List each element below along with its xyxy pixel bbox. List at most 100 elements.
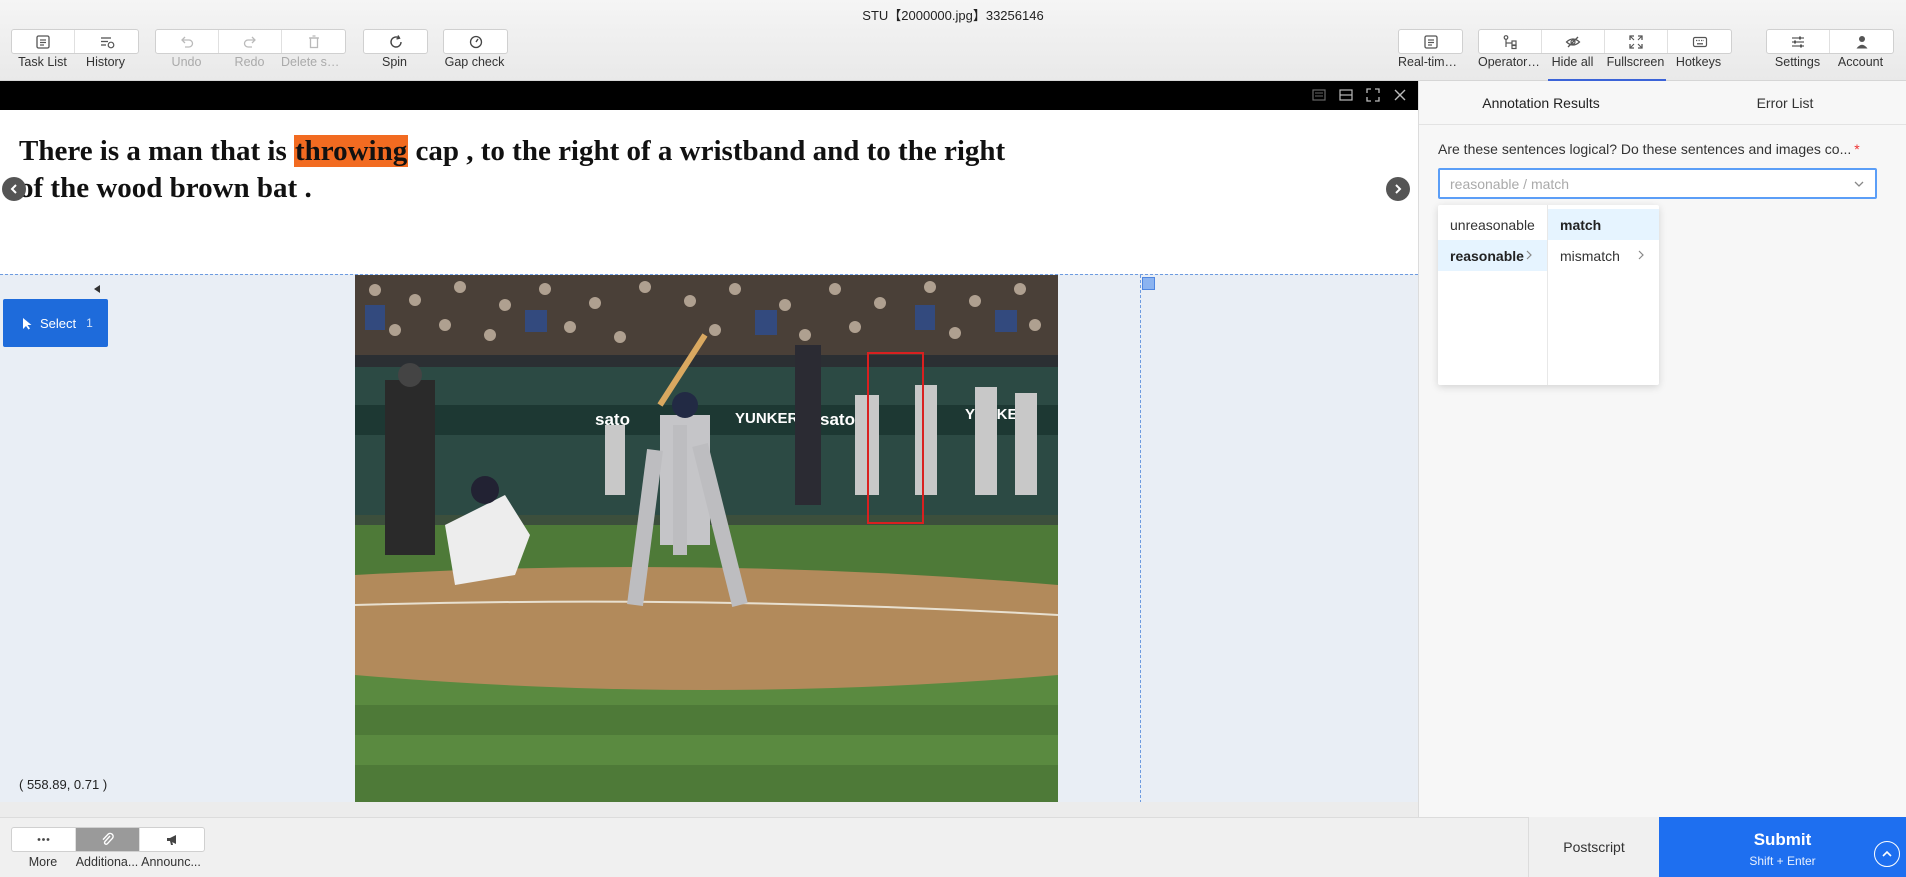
next-arrow-button[interactable] [1386,177,1410,201]
bottom-button-group [11,827,205,852]
tab-annotation-results[interactable]: Annotation Results [1419,81,1663,124]
svg-text:YUNKER: YUNKER [735,410,799,427]
gap-check-button[interactable] [444,30,507,53]
results-tabs: Annotation Results Error List [1419,81,1906,125]
option-reasonable-label: reasonable [1450,247,1524,264]
history-icon [100,36,114,48]
option-unreasonable[interactable]: unreasonable [1438,209,1547,240]
chevron-left-icon [10,184,17,194]
announcement-label: Announc... [141,855,201,869]
fullscreen-icon [1629,34,1643,49]
expand-icon[interactable] [1365,87,1381,103]
operator-icon [1503,34,1517,49]
hide-all-button[interactable] [1542,30,1605,53]
megaphone-icon [166,835,176,845]
select-tool-button[interactable]: Select 1 [3,299,108,347]
postscript-button[interactable]: Postscript [1528,817,1659,877]
vertical-guide-line [1140,275,1141,803]
prev-arrow-button[interactable] [2,177,26,201]
cursor-coordinates: ( 558.89, 0.71 ) [19,777,108,792]
real-time-icon [1423,34,1438,49]
option-mismatch[interactable]: mismatch [1548,240,1659,271]
history-button[interactable] [75,30,138,53]
edit-button-group [155,29,346,54]
redo-label: Redo [234,55,265,69]
chevron-right-icon [1638,250,1644,260]
results-panel: Annotation Results Error List Are these … [1418,81,1906,817]
spin-label: Spin [381,55,408,69]
task-list-button[interactable] [12,30,75,53]
hotkeys-label: Hotkeys [1675,55,1722,69]
cascader-column-1: unreasonable reasonable [1438,205,1548,385]
chevron-up-icon [1882,850,1892,857]
undo-button[interactable] [156,30,219,53]
fullscreen-button[interactable] [1605,30,1668,53]
required-mark: * [1854,141,1860,157]
baseball-photo[interactable]: sato YUNKER sato YUNKER [355,275,1058,803]
settings-label: Settings [1774,55,1821,69]
nav-button-group [11,29,139,54]
option-reasonable[interactable]: reasonable [1438,240,1547,271]
real-time-button[interactable] [1399,30,1462,53]
highlighted-word[interactable]: throwing [293,135,409,167]
svg-text:sato: sato [820,410,855,429]
triangle-left-icon [94,285,100,293]
announcement-button[interactable] [140,828,204,851]
fullscreen-label: Fullscreen [1606,55,1665,69]
additional-info-label: Additiona... [75,855,139,869]
annotation-sentence: There is a man that is throwing cap , to… [19,133,1019,207]
task-list-label: Task List [18,55,67,69]
option-match[interactable]: match [1548,209,1659,240]
scroll-up-button[interactable] [1874,841,1900,867]
real-time-label: Real-time... [1398,55,1461,69]
user-button-group [1766,29,1894,54]
gap-check-label: Gap check [444,55,505,69]
undo-label: Undo [171,55,202,69]
select-tool-count: 1 [86,316,93,330]
cascader-placeholder: reasonable / match [1450,175,1570,192]
keyboard-icon [1692,36,1707,47]
view-button-group [1478,29,1732,54]
additional-info-button[interactable] [76,828,140,851]
gap-check-icon [469,35,482,48]
tab-error-list[interactable]: Error List [1663,81,1906,124]
tool-panel-collapse[interactable] [3,283,108,296]
resize-handle[interactable] [1142,277,1155,290]
undo-icon [181,36,194,48]
chevron-right-icon [1526,250,1532,260]
bottom-bar: More Additiona... Announc... [0,817,1528,877]
cascader-column-2: match mismatch [1548,205,1659,385]
settings-icon [1792,36,1804,47]
redo-button[interactable] [219,30,282,53]
delete-selection-button[interactable] [282,30,345,53]
question-text: Are these sentences logical? Do these se… [1438,141,1852,157]
top-toolbar: STU【2000000.jpg】33256146 Task List Histo… [0,0,1906,81]
window-title: STU【2000000.jpg】33256146 [862,8,1044,23]
question-label: Are these sentences logical? Do these se… [1438,141,1878,157]
answer-cascader[interactable]: reasonable / match [1438,168,1877,199]
history-label: History [86,55,125,69]
attachment-icon [102,832,114,845]
image-canvas[interactable]: sato YUNKER sato YUNKER [0,274,1418,803]
settings-button[interactable] [1767,30,1830,53]
spin-button[interactable] [364,30,427,53]
operator-button[interactable] [1479,30,1542,53]
select-tool-label: Select [40,315,77,331]
submit-button[interactable]: Submit Shift + Enter [1659,817,1906,877]
spin-button-group [363,29,428,54]
more-label: More [28,855,58,869]
chevron-down-icon [1854,181,1864,187]
hide-all-label: Hide all [1551,55,1594,69]
trash-icon [308,34,319,48]
cursor-icon [23,317,32,329]
close-icon[interactable] [1392,87,1408,103]
chevron-right-icon [1395,184,1402,194]
eye-off-icon [1565,36,1581,47]
more-button[interactable] [12,828,76,851]
hotkeys-button[interactable] [1668,30,1731,53]
account-button[interactable] [1830,30,1893,53]
align-icon[interactable] [1338,87,1354,103]
annotation-workspace: There is a man that is throwing cap , to… [0,81,1418,817]
collapse-icon[interactable] [1311,87,1327,103]
account-icon [1856,35,1867,48]
